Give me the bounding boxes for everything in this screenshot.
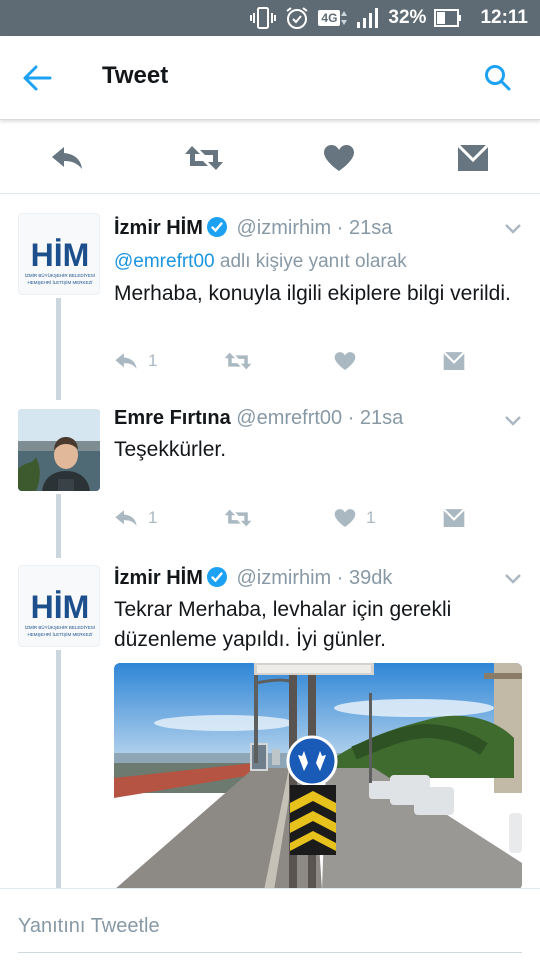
- tweet-text: Tekrar Merhaba, levhalar için gerekli dü…: [114, 598, 452, 651]
- message-button[interactable]: [443, 508, 465, 528]
- user-handle[interactable]: @emrefrt00: [236, 407, 342, 429]
- reply-count: 1: [148, 508, 158, 527]
- reply-icon[interactable]: [50, 142, 84, 174]
- tweet-time: · 21sa: [336, 217, 393, 239]
- battery-percent: 32%: [388, 7, 427, 28]
- like-button[interactable]: 1: [334, 508, 375, 528]
- status-bar: 4G 32% 12:11: [0, 0, 540, 36]
- thread-line: [56, 650, 61, 890]
- user-handle[interactable]: @izmirhim: [236, 217, 331, 239]
- reply-icon: [115, 510, 137, 526]
- signal-icon: [356, 7, 380, 29]
- vibrate-icon: [250, 6, 277, 30]
- network-4g-icon: 4G: [318, 10, 348, 26]
- tweet-text: Merhaba, konuyla ilgili ekiplere bilgi v…: [114, 282, 511, 305]
- retweet-button[interactable]: [224, 351, 252, 371]
- verified-badge-icon: [206, 217, 227, 237]
- avatar-line-2: HEMŞEHRİ İLETİŞİM MERKEZİ: [27, 631, 92, 637]
- tweet-text: Teşekkürler.: [114, 438, 227, 461]
- avatar-line-1: İZMİR BÜYÜKŞEHİR BELEDİYESİ: [25, 272, 95, 278]
- verified-badge-icon: [206, 567, 227, 587]
- avatar-logo-text: HİM: [31, 589, 90, 625]
- avatar[interactable]: [18, 409, 100, 491]
- alarm-icon: [284, 6, 310, 30]
- avatar-line-2: HEMŞEHRİ İLETİŞİM MERKEZİ: [27, 279, 92, 285]
- search-icon[interactable]: [484, 64, 512, 92]
- reply-icon: [115, 353, 137, 369]
- like-button[interactable]: [334, 351, 366, 371]
- reply-composer: Yanıtını Tweetle: [0, 888, 540, 960]
- reply-context-label: adlı kişiye yanıt olarak: [219, 251, 407, 272]
- back-arrow-icon[interactable]: [22, 64, 52, 92]
- tweet-actions: 1 1: [114, 508, 474, 532]
- reply-mention[interactable]: @emrefrt00: [114, 251, 215, 272]
- user-handle[interactable]: @izmirhim: [236, 567, 331, 589]
- reply-input[interactable]: Yanıtını Tweetle: [18, 889, 522, 953]
- tweet-time: · 39dk: [336, 567, 393, 589]
- tweet-header: İzmir HİM @izmirhim · 39dk: [114, 567, 392, 590]
- retweet-icon: [224, 509, 252, 527]
- user-name[interactable]: Emre Fırtına: [114, 407, 231, 429]
- thread-line: [56, 298, 61, 400]
- heart-icon[interactable]: [322, 142, 356, 174]
- envelope-icon: [443, 508, 465, 527]
- chevron-down-icon[interactable]: [504, 572, 522, 584]
- reply-button[interactable]: 1: [114, 508, 157, 528]
- thread-line: [56, 494, 61, 558]
- retweet-icon: [224, 352, 252, 370]
- app-bar: Tweet: [0, 36, 540, 120]
- reply-count: 1: [148, 351, 158, 370]
- page-title: Tweet: [102, 62, 169, 89]
- network-label: 4G: [318, 10, 341, 26]
- chevron-down-icon[interactable]: [504, 414, 522, 426]
- reply-context: @emrefrt00 adlı kişiye yanıt olarak: [114, 251, 407, 273]
- tweet-media-image[interactable]: [114, 663, 522, 890]
- retweet-button[interactable]: [224, 508, 252, 528]
- like-count: 1: [366, 508, 376, 527]
- tweet-header: İzmir HİM @izmirhim · 21sa: [114, 217, 392, 240]
- avatar[interactable]: HİM İZMİR BÜYÜKŞEHİR BELEDİYESİ HEMŞEHRİ…: [18, 213, 100, 295]
- tweet-action-bar: [0, 122, 540, 194]
- tweet-actions: 1: [114, 351, 474, 375]
- avatar-line-1: İZMİR BÜYÜKŞEHİR BELEDİYESİ: [25, 624, 95, 630]
- envelope-icon[interactable]: [456, 142, 490, 174]
- battery-icon: [434, 8, 462, 28]
- user-name[interactable]: İzmir HİM: [114, 217, 203, 239]
- message-button[interactable]: [443, 351, 465, 371]
- avatar[interactable]: HİM İZMİR BÜYÜKŞEHİR BELEDİYESİ HEMŞEHRİ…: [18, 565, 100, 647]
- user-name[interactable]: İzmir HİM: [114, 567, 203, 589]
- tweet-header: Emre Fırtına @emrefrt00 · 21sa: [114, 407, 403, 430]
- avatar-logo-text: HİM: [31, 237, 90, 273]
- chevron-down-icon[interactable]: [504, 222, 522, 234]
- retweet-icon[interactable]: [184, 142, 224, 174]
- envelope-icon: [443, 351, 465, 370]
- tweet-time: · 21sa: [347, 407, 404, 429]
- reply-button[interactable]: 1: [114, 351, 157, 371]
- heart-icon: [334, 352, 356, 370]
- heart-icon: [334, 509, 356, 527]
- clock: 12:11: [480, 7, 528, 28]
